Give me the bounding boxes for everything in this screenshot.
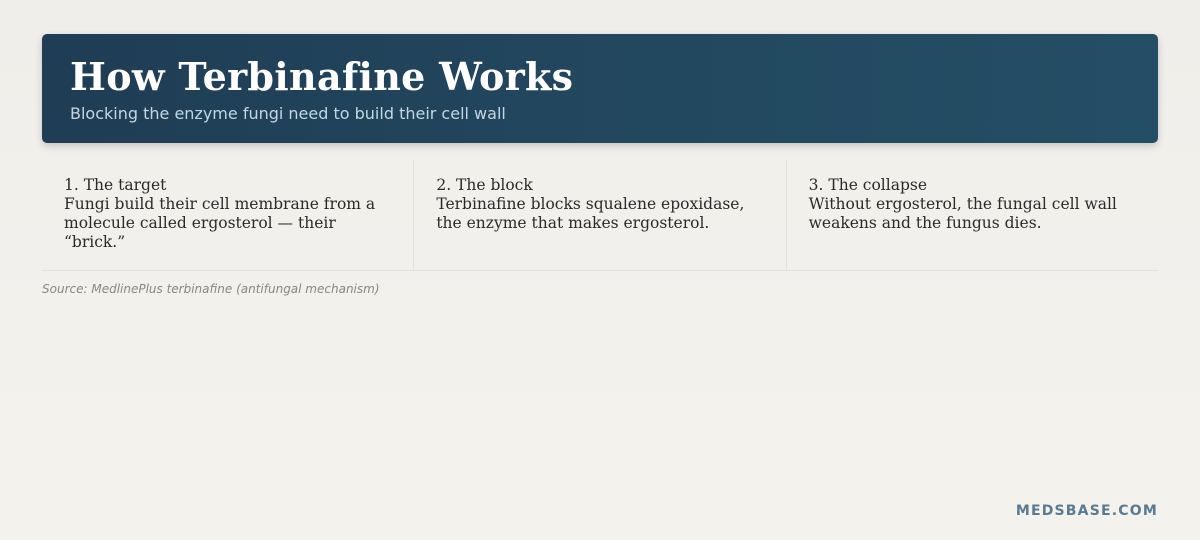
step-body: Without ergosterol, the fungal cell wall… bbox=[808, 195, 1117, 232]
page-title: How Terbinafine Works bbox=[70, 54, 574, 99]
step-title: 1. The target bbox=[64, 176, 167, 194]
step-body: Terbinafine blocks squalene epoxidase, t… bbox=[436, 195, 745, 232]
step-title: 3. The collapse bbox=[808, 176, 928, 194]
step-card-collapse: 3. The collapse Without ergosterol, the … bbox=[785, 160, 1158, 270]
source-note: Source: MedlinePlus terbinafine (antifun… bbox=[42, 282, 380, 296]
step-title: 2. The block bbox=[436, 176, 533, 194]
page-subtitle: Blocking the enzyme fungi need to build … bbox=[70, 104, 506, 123]
step-card-block: 2. The block Terbinafine blocks squalene… bbox=[413, 160, 785, 270]
header-banner: How Terbinafine Works Blocking the enzym… bbox=[42, 34, 1158, 143]
brand-logo-text[interactable]: MEDSBASE.COM bbox=[1016, 503, 1158, 519]
step-card-target: 1. The target Fungi build their cell mem… bbox=[42, 160, 413, 270]
steps-row: 1. The target Fungi build their cell mem… bbox=[42, 160, 1158, 271]
step-body: Fungi build their cell membrane from a m… bbox=[64, 195, 376, 251]
